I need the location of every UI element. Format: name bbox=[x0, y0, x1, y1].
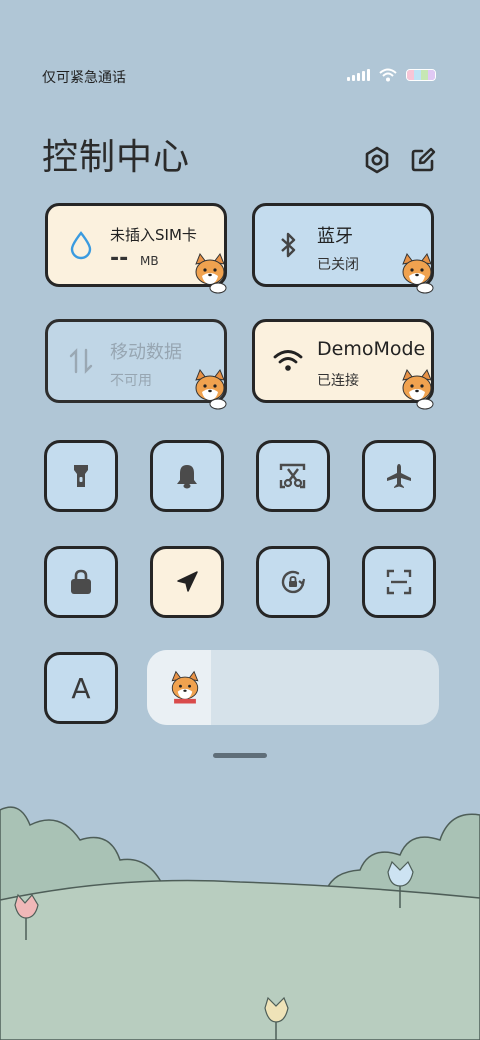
location-toggle[interactable] bbox=[150, 546, 224, 618]
scissors-icon bbox=[279, 463, 306, 489]
airplane-toggle[interactable] bbox=[362, 440, 436, 512]
wifi-network-name: DemoMode bbox=[317, 338, 426, 360]
wifi-status: 已连接 bbox=[317, 373, 359, 389]
sim-tile-title: 未插入SIM卡 bbox=[110, 226, 197, 244]
meadow-background bbox=[0, 806, 480, 1040]
sound-toggle[interactable] bbox=[150, 440, 224, 512]
corgi-sticker-icon bbox=[402, 368, 434, 410]
wifi-icon bbox=[273, 350, 303, 371]
signal-icon bbox=[347, 69, 370, 81]
bluetooth-title: 蓝牙 bbox=[317, 226, 353, 247]
scan-toggle[interactable] bbox=[362, 546, 436, 618]
settings-hexagon-icon[interactable] bbox=[362, 145, 392, 175]
corgi-sticker-icon bbox=[195, 368, 227, 410]
sim-data-tile[interactable]: 未插入SIM卡 -- MB bbox=[45, 203, 227, 294]
font-icon: A bbox=[71, 671, 91, 705]
mobile-data-tile[interactable]: 移动数据 不可用 bbox=[45, 319, 227, 410]
corgi-sticker-icon bbox=[195, 252, 227, 294]
data-usage-unit: MB bbox=[140, 254, 159, 268]
water-drop-icon bbox=[70, 231, 92, 260]
auto-rotate-toggle[interactable] bbox=[256, 546, 330, 618]
bluetooth-status: 已关闭 bbox=[317, 257, 359, 273]
corgi-sticker-icon bbox=[402, 252, 434, 294]
wifi-tile[interactable]: DemoMode 已连接 bbox=[252, 319, 434, 410]
flashlight-icon bbox=[74, 465, 88, 487]
bluetooth-icon bbox=[281, 232, 296, 258]
brightness-slider[interactable] bbox=[147, 650, 439, 725]
mobile-data-status: 不可用 bbox=[110, 373, 152, 389]
location-arrow-icon bbox=[177, 571, 198, 592]
screenshot-toggle[interactable] bbox=[256, 440, 330, 512]
edit-icon[interactable] bbox=[408, 145, 438, 175]
status-icons bbox=[347, 68, 436, 82]
font-toggle[interactable]: A bbox=[44, 652, 118, 724]
wifi-icon bbox=[379, 68, 397, 82]
data-usage-value: -- bbox=[110, 246, 129, 271]
drag-handle[interactable] bbox=[213, 753, 267, 758]
carrier-text: 仅可紧急通话 bbox=[42, 70, 126, 86]
flashlight-toggle[interactable] bbox=[44, 440, 118, 512]
bluetooth-tile[interactable]: 蓝牙 已关闭 bbox=[252, 203, 434, 294]
page-title: 控制中心 bbox=[42, 137, 191, 178]
lock-toggle[interactable] bbox=[44, 546, 118, 618]
lock-icon bbox=[71, 569, 91, 594]
battery-icon bbox=[406, 69, 436, 81]
rotate-lock-icon bbox=[281, 570, 306, 594]
status-bar: 仅可紧急通话 bbox=[0, 60, 480, 92]
mobile-data-title: 移动数据 bbox=[110, 342, 182, 363]
corgi-icon[interactable] bbox=[165, 668, 205, 708]
data-arrows-icon bbox=[69, 348, 93, 374]
airplane-icon bbox=[387, 464, 411, 488]
scan-icon bbox=[386, 569, 412, 595]
bell-icon bbox=[177, 465, 197, 489]
